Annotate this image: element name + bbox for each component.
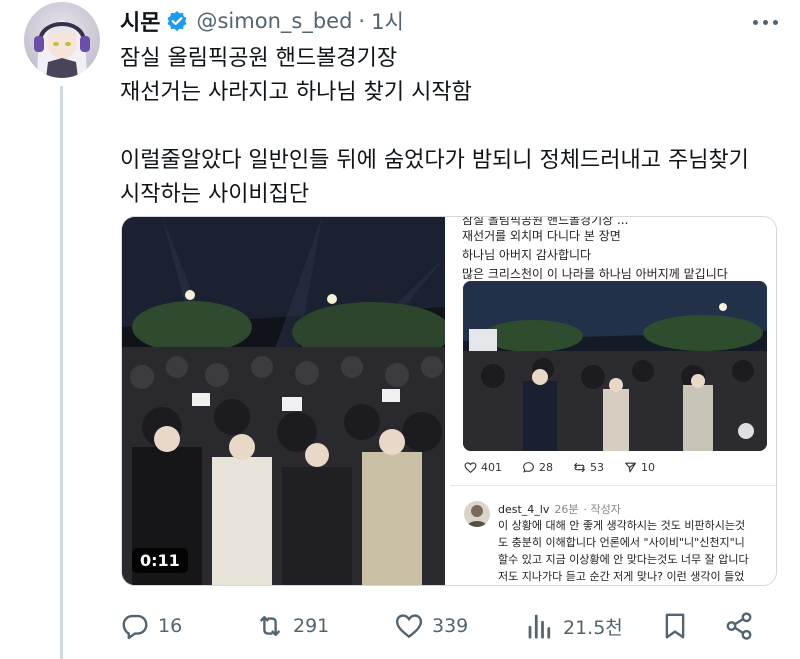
heart-icon <box>395 614 423 639</box>
media-grid: 0:11 잠실 올림픽공원 핸드볼경기장 ... 재선거를 외치며 다니다 본 … <box>121 216 777 586</box>
screenshot-likes: 401 <box>464 461 502 474</box>
repost-icon <box>259 616 281 636</box>
reply-avatar <box>464 501 490 527</box>
screenshot-replies: 28 <box>522 461 553 474</box>
verified-badge-icon <box>166 10 188 32</box>
screenshot-stats: 401 28 53 10 <box>464 461 655 474</box>
repost-icon <box>573 462 586 473</box>
screenshot-shares-count: 10 <box>641 461 655 474</box>
screenshot-likes-count: 401 <box>481 461 502 474</box>
screenshot-shares: 10 <box>624 461 655 474</box>
reply-author-tag: · 작성자 <box>583 503 621 516</box>
like-count: 339 <box>432 615 469 637</box>
repost-button[interactable]: 291 <box>255 604 329 648</box>
reply-time: 26분 <box>554 503 579 516</box>
reply-username: dest_4_lv <box>498 503 550 516</box>
tweet-header: 시몬 @simon_s_bed · 1시 <box>120 6 404 36</box>
tweet-timestamp[interactable]: 1시 <box>371 6 404 36</box>
send-icon <box>625 462 636 473</box>
reply-body: 이 상황에 대해 안 좋게 생각하시는 것도 비판하시는것 도 충분히 이해합니… <box>498 519 749 583</box>
author-handle[interactable]: @simon_s_bed <box>196 9 352 33</box>
share-icon <box>726 612 752 640</box>
separator-dot: · <box>358 9 366 33</box>
comment-icon <box>523 462 534 473</box>
thread-line <box>60 86 63 659</box>
views-button[interactable]: 21.5천 <box>525 604 623 648</box>
more-options-icon[interactable] <box>745 8 785 36</box>
screenshot-reposts-count: 53 <box>590 461 604 474</box>
share-button[interactable] <box>724 604 762 648</box>
avatar[interactable] <box>24 2 100 78</box>
screenshot-text: 재선거를 외치며 다니다 본 장면 하나님 아버지 감사합니다 많은 크리스천이… <box>462 229 728 281</box>
embedded-screenshot[interactable]: 잠실 올림픽공원 핸드볼경기장 ... 재선거를 외치며 다니다 본 장면 하나… <box>450 217 776 585</box>
screenshot-replies-count: 28 <box>539 461 553 474</box>
like-button[interactable]: 339 <box>394 604 468 648</box>
tweet-text: 잠실 올림픽공원 핸드볼경기장 재선거는 사라지고 하나님 찾기 시작함 이럴줄… <box>120 46 749 207</box>
view-count: 21.5천 <box>563 616 623 639</box>
video-duration: 0:11 <box>132 548 188 573</box>
reply-icon <box>122 614 148 640</box>
screenshot-photo <box>463 281 767 451</box>
analytics-icon <box>528 614 551 639</box>
bookmark-button[interactable] <box>660 604 698 648</box>
action-bar: 16 291 339 21.5천 <box>120 604 785 648</box>
reply-count: 16 <box>158 615 183 637</box>
reply-header: dest_4_lv 26분 · 작성자 <box>498 501 621 517</box>
author-name[interactable]: 시몬 <box>120 5 160 37</box>
bookmark-icon <box>665 613 685 639</box>
screenshot-reposts: 53 <box>573 461 604 474</box>
screenshot-divider <box>450 485 776 486</box>
repost-count: 291 <box>293 615 330 637</box>
heart-icon <box>464 462 477 474</box>
video-thumbnail[interactable]: 0:11 <box>122 217 445 585</box>
reply-button[interactable]: 16 <box>120 604 182 648</box>
